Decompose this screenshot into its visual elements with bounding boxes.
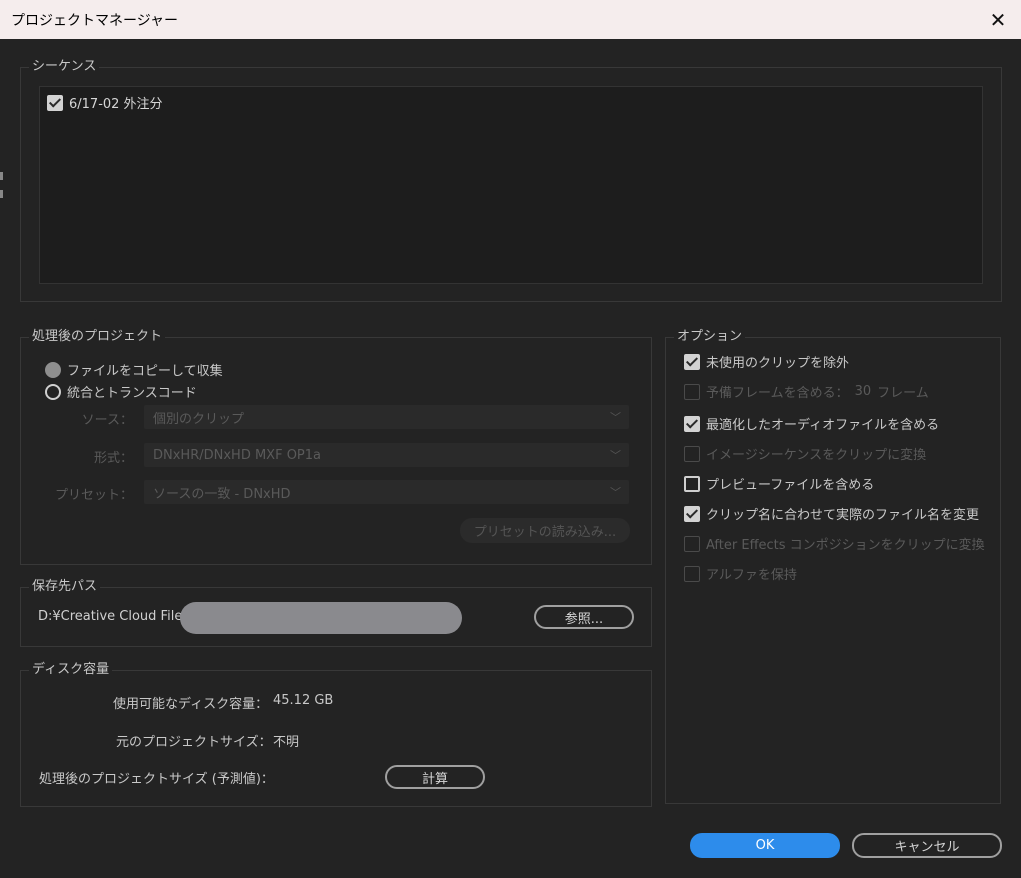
radio-consolidate-indicator[interactable] <box>45 383 61 400</box>
option-ae-comp: After Effects コンポジションをクリップに変換 <box>684 534 985 553</box>
disk-group: ディスク容量 使用可能なディスク容量： 45.12 GB 元のプロジェクトサイズ… <box>20 661 652 807</box>
processed-project-label: 処理後のプロジェクト <box>29 328 166 346</box>
format-select-value: DNxHR/DNxHD MXF OP1a <box>153 447 322 463</box>
import-preset-button[interactable]: プリセットの読み込み... <box>460 518 630 543</box>
chevron-down-icon: ﹀ <box>610 411 621 424</box>
sequence-group: シーケンス 6/17-02 外注分 <box>20 58 1002 302</box>
sequence-group-label: シーケンス <box>29 58 100 76</box>
radio-consolidate[interactable]: 統合とトランスコード <box>45 382 197 401</box>
processed-size-label: 処理後のプロジェクトサイズ (予測値)： <box>39 772 274 787</box>
radio-collect-files[interactable]: ファイルをコピーして収集 <box>45 360 223 379</box>
source-select-value: 個別のクリップ <box>153 411 245 427</box>
available-disk-value: 45.12 GB <box>273 693 334 708</box>
handles-unit: フレーム <box>877 386 929 401</box>
destination-path: D:¥Creative Cloud Files <box>38 609 190 624</box>
disk-label: ディスク容量 <box>29 661 113 679</box>
image-sequence-label: イメージシーケンスをクリップに変換 <box>706 448 927 463</box>
image-sequence-checkbox <box>684 445 700 462</box>
original-size-label: 元のプロジェクトサイズ： <box>116 735 272 750</box>
destination-label: 保存先パス <box>29 578 101 596</box>
option-handles: 予備フレームを含める： 30 フレーム <box>684 382 929 401</box>
options-group: オプション 未使用のクリップを除外 予備フレームを含める： 30 フレーム 最適… <box>665 328 1001 804</box>
alpha-label: アルファを保持 <box>706 568 797 583</box>
radio-collect-label: ファイルをコピーして収集 <box>67 364 223 379</box>
option-image-sequence: イメージシーケンスをクリップに変換 <box>684 444 926 463</box>
ok-button[interactable]: OK <box>690 833 840 858</box>
format-select[interactable]: DNxHR/DNxHD MXF OP1a ﹀ <box>144 443 629 467</box>
calculate-button[interactable]: 計算 <box>385 765 485 789</box>
preset-select-value: ソースの一致 - DNxHD <box>153 486 291 502</box>
format-label: 形式： <box>93 451 133 466</box>
include-audio-label: 最適化したオーディオファイルを含める <box>706 418 940 433</box>
handles-value: 30 <box>854 384 872 399</box>
include-audio-checkbox[interactable] <box>684 415 700 432</box>
exclude-unused-label: 未使用のクリップを除外 <box>706 356 850 371</box>
radio-consolidate-label: 統合とトランスコード <box>67 386 197 401</box>
option-exclude-unused[interactable]: 未使用のクリップを除外 <box>684 352 849 371</box>
radio-collect-indicator[interactable] <box>45 361 61 378</box>
preset-select[interactable]: ソースの一致 - DNxHD ﹀ <box>144 480 629 504</box>
window-title: プロジェクトマネージャー <box>11 12 179 29</box>
sequence-list: 6/17-02 外注分 <box>39 86 983 284</box>
exclude-unused-checkbox[interactable] <box>684 353 700 370</box>
sequence-item[interactable]: 6/17-02 外注分 <box>47 93 163 112</box>
chevron-down-icon: ﹀ <box>610 486 621 499</box>
options-label: オプション <box>674 328 746 346</box>
option-include-preview[interactable]: プレビューファイルを含める <box>684 474 874 493</box>
processed-project-group: 処理後のプロジェクト ファイルをコピーして収集 統合とトランスコード ソース： … <box>20 328 652 565</box>
sequence-item-label: 6/17-02 外注分 <box>69 97 163 112</box>
option-include-audio[interactable]: 最適化したオーディオファイルを含める <box>684 414 939 433</box>
include-preview-label: プレビューファイルを含める <box>706 478 875 493</box>
ae-comp-label: After Effects コンポジションをクリップに変換 <box>706 538 985 553</box>
original-size-value: 不明 <box>273 735 300 750</box>
title-bar: プロジェクトマネージャー ✕ <box>0 0 1021 39</box>
sequence-item-checkbox[interactable] <box>47 94 63 111</box>
option-alpha: アルファを保持 <box>684 564 797 583</box>
ae-comp-checkbox <box>684 535 700 552</box>
option-rename-files[interactable]: クリップ名に合わせて実際のファイル名を変更 <box>684 504 979 523</box>
source-select[interactable]: 個別のクリップ ﹀ <box>144 405 629 429</box>
edge-glyph <box>0 190 3 198</box>
chevron-down-icon: ﹀ <box>610 449 621 462</box>
alpha-checkbox <box>684 565 700 582</box>
source-label: ソース： <box>81 413 133 428</box>
cancel-button[interactable]: キャンセル <box>852 833 1002 858</box>
rename-files-label: クリップ名に合わせて実際のファイル名を変更 <box>706 508 980 523</box>
close-icon[interactable]: ✕ <box>975 0 1021 39</box>
preset-label: プリセット： <box>54 488 133 503</box>
available-disk-label: 使用可能なディスク容量： <box>113 697 269 712</box>
edge-glyph <box>0 172 3 180</box>
handles-checkbox <box>684 383 700 400</box>
handles-label: 予備フレームを含める： <box>706 386 849 401</box>
redaction-mark <box>180 602 462 634</box>
browse-button[interactable]: 参照... <box>534 605 634 629</box>
rename-files-checkbox[interactable] <box>684 505 700 522</box>
include-preview-checkbox[interactable] <box>684 475 700 492</box>
